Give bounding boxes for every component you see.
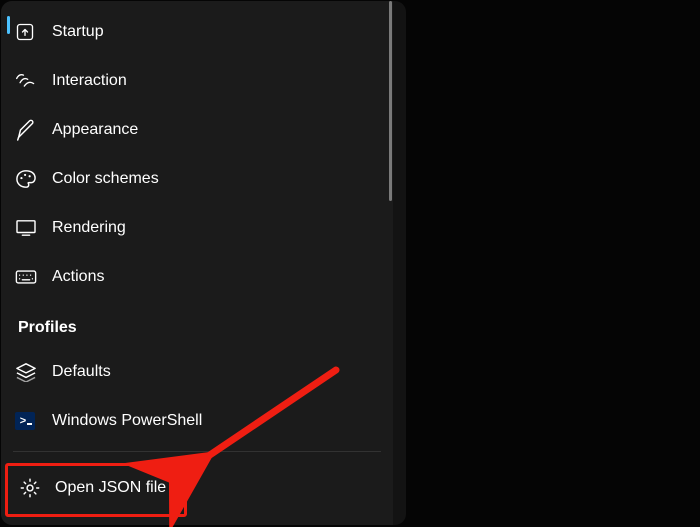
- settings-sidebar: Startup Interaction Appearance: [1, 1, 393, 525]
- gear-icon: [19, 476, 45, 500]
- sidebar-item-appearance[interactable]: Appearance: [1, 105, 393, 154]
- layers-icon: [15, 360, 41, 384]
- separator: [13, 451, 381, 452]
- section-header-profiles: Profiles: [1, 301, 393, 347]
- sidebar-item-label: Color schemes: [52, 170, 159, 188]
- sidebar-item-label: Appearance: [52, 121, 138, 139]
- sidebar-scrollbar[interactable]: [383, 1, 395, 525]
- sidebar-item-actions[interactable]: Actions: [1, 252, 393, 301]
- sidebar-item-label: Rendering: [52, 219, 126, 237]
- open-json-file-label: Open JSON file: [55, 479, 166, 497]
- sidebar-item-rendering[interactable]: Rendering: [1, 203, 393, 252]
- sidebar-item-label: Interaction: [52, 72, 127, 90]
- startup-icon: [15, 20, 41, 44]
- appearance-icon: [15, 118, 41, 142]
- sidebar-item-startup[interactable]: Startup: [1, 7, 393, 56]
- palette-icon: [15, 167, 41, 191]
- sidebar-item-label: Actions: [52, 268, 104, 286]
- sidebar-item-defaults[interactable]: Defaults: [1, 347, 393, 396]
- keyboard-icon: [15, 265, 41, 289]
- open-json-file-button[interactable]: Open JSON file: [13, 464, 381, 511]
- sidebar-item-label: Windows PowerShell: [52, 412, 202, 430]
- interaction-icon: [15, 69, 41, 93]
- sidebar-item-label: Defaults: [52, 363, 111, 381]
- sidebar-item-interaction[interactable]: Interaction: [1, 56, 393, 105]
- scrollbar-thumb[interactable]: [389, 1, 392, 201]
- powershell-icon: [15, 409, 41, 433]
- monitor-icon: [15, 216, 41, 240]
- sidebar-item-powershell[interactable]: Windows PowerShell: [1, 396, 393, 445]
- sidebar-item-label: Startup: [52, 23, 104, 41]
- settings-panel: Startup Interaction Appearance: [1, 1, 406, 525]
- sidebar-item-color-schemes[interactable]: Color schemes: [1, 154, 393, 203]
